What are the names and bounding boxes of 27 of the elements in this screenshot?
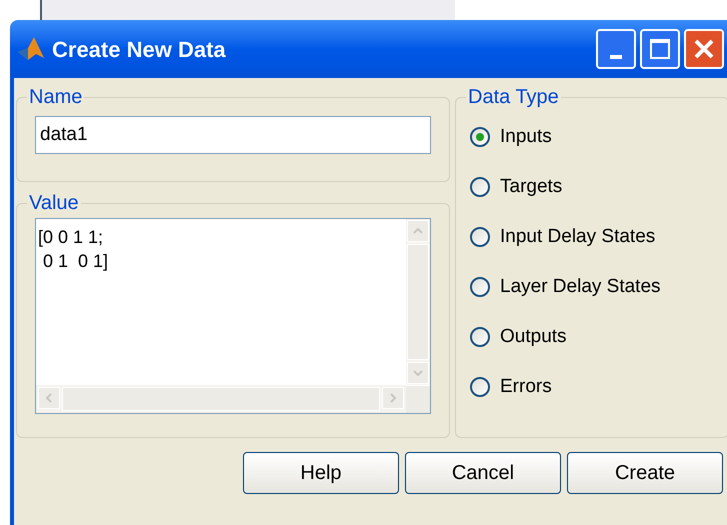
close-button[interactable] <box>684 29 724 69</box>
dialog-button[interactable]: Help <box>243 452 399 494</box>
radio-button[interactable] <box>470 127 490 147</box>
value-text-line: 0 1 0 1] <box>42 250 108 273</box>
dialog-button[interactable]: Cancel <box>405 452 561 494</box>
group-label: Name <box>28 85 84 110</box>
dialog-button[interactable]: Create <box>567 452 723 494</box>
radio-label: Inputs <box>500 124 552 149</box>
window-title: Create New Data <box>52 36 227 64</box>
close-icon <box>693 38 715 60</box>
minimize-button[interactable] <box>596 29 636 69</box>
radio-button[interactable] <box>470 327 490 347</box>
radio-label: Layer Delay States <box>500 274 661 299</box>
radio-label: Input Delay States <box>500 224 656 249</box>
scrollbar-corner <box>406 385 430 413</box>
maximize-button[interactable] <box>640 29 680 69</box>
radio-label: Errors <box>500 374 552 399</box>
radio-label: Outputs <box>500 324 567 349</box>
name-field[interactable]: data1 <box>35 116 431 154</box>
value-text-line: [0 0 1 1; <box>38 226 104 249</box>
radio-label: Targets <box>500 174 562 199</box>
group-label: Data Type <box>467 85 560 110</box>
radio-button[interactable] <box>470 227 490 247</box>
radio-button[interactable] <box>470 177 490 197</box>
group-label: Value <box>28 191 80 216</box>
radio-button[interactable] <box>470 277 490 297</box>
radio-button[interactable] <box>470 377 490 397</box>
